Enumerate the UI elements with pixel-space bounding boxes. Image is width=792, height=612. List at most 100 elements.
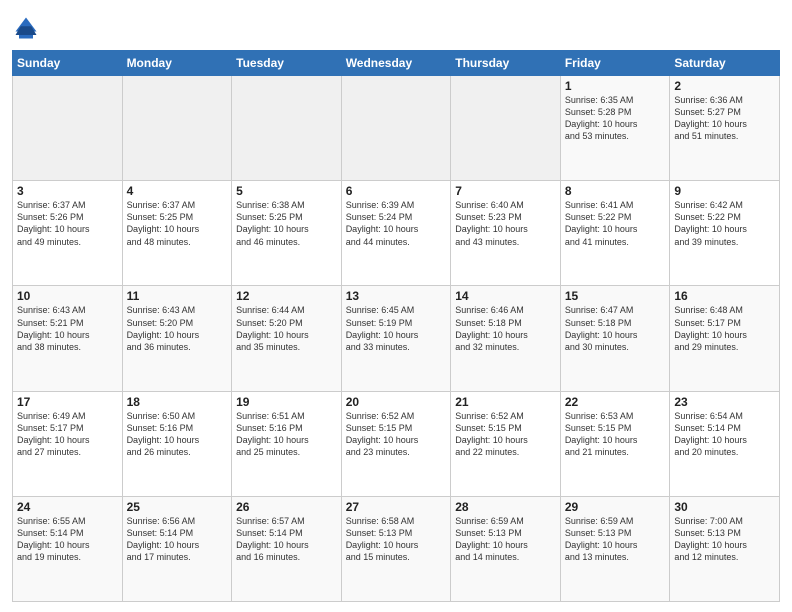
- day-number: 5: [236, 184, 337, 198]
- day-number: 24: [17, 500, 118, 514]
- day-info: Sunrise: 6:45 AM Sunset: 5:19 PM Dayligh…: [346, 304, 447, 353]
- day-number: 6: [346, 184, 447, 198]
- day-number: 30: [674, 500, 775, 514]
- calendar-cell: 28Sunrise: 6:59 AM Sunset: 5:13 PM Dayli…: [451, 496, 561, 601]
- day-info: Sunrise: 6:38 AM Sunset: 5:25 PM Dayligh…: [236, 199, 337, 248]
- calendar-week-3: 17Sunrise: 6:49 AM Sunset: 5:17 PM Dayli…: [13, 391, 780, 496]
- day-info: Sunrise: 6:37 AM Sunset: 5:25 PM Dayligh…: [127, 199, 228, 248]
- day-info: Sunrise: 6:43 AM Sunset: 5:21 PM Dayligh…: [17, 304, 118, 353]
- calendar-header-tuesday: Tuesday: [232, 51, 342, 76]
- day-info: Sunrise: 6:35 AM Sunset: 5:28 PM Dayligh…: [565, 94, 666, 143]
- day-number: 26: [236, 500, 337, 514]
- calendar-cell: 3Sunrise: 6:37 AM Sunset: 5:26 PM Daylig…: [13, 181, 123, 286]
- day-number: 12: [236, 289, 337, 303]
- day-number: 13: [346, 289, 447, 303]
- calendar-cell: 6Sunrise: 6:39 AM Sunset: 5:24 PM Daylig…: [341, 181, 451, 286]
- day-number: 20: [346, 395, 447, 409]
- day-info: Sunrise: 6:42 AM Sunset: 5:22 PM Dayligh…: [674, 199, 775, 248]
- calendar-cell: 21Sunrise: 6:52 AM Sunset: 5:15 PM Dayli…: [451, 391, 561, 496]
- day-info: Sunrise: 6:36 AM Sunset: 5:27 PM Dayligh…: [674, 94, 775, 143]
- day-number: 8: [565, 184, 666, 198]
- day-number: 14: [455, 289, 556, 303]
- calendar-cell: 9Sunrise: 6:42 AM Sunset: 5:22 PM Daylig…: [670, 181, 780, 286]
- calendar-cell: 24Sunrise: 6:55 AM Sunset: 5:14 PM Dayli…: [13, 496, 123, 601]
- day-number: 3: [17, 184, 118, 198]
- day-number: 11: [127, 289, 228, 303]
- day-number: 10: [17, 289, 118, 303]
- calendar-cell: 26Sunrise: 6:57 AM Sunset: 5:14 PM Dayli…: [232, 496, 342, 601]
- day-info: Sunrise: 6:58 AM Sunset: 5:13 PM Dayligh…: [346, 515, 447, 564]
- day-number: 18: [127, 395, 228, 409]
- calendar-header-monday: Monday: [122, 51, 232, 76]
- calendar-cell: [13, 76, 123, 181]
- calendar-week-4: 24Sunrise: 6:55 AM Sunset: 5:14 PM Dayli…: [13, 496, 780, 601]
- calendar-week-0: 1Sunrise: 6:35 AM Sunset: 5:28 PM Daylig…: [13, 76, 780, 181]
- day-info: Sunrise: 6:59 AM Sunset: 5:13 PM Dayligh…: [455, 515, 556, 564]
- calendar-cell: 17Sunrise: 6:49 AM Sunset: 5:17 PM Dayli…: [13, 391, 123, 496]
- calendar-cell: 11Sunrise: 6:43 AM Sunset: 5:20 PM Dayli…: [122, 286, 232, 391]
- day-info: Sunrise: 6:39 AM Sunset: 5:24 PM Dayligh…: [346, 199, 447, 248]
- calendar-cell: 29Sunrise: 6:59 AM Sunset: 5:13 PM Dayli…: [560, 496, 670, 601]
- day-number: 23: [674, 395, 775, 409]
- day-info: Sunrise: 6:40 AM Sunset: 5:23 PM Dayligh…: [455, 199, 556, 248]
- calendar-cell: [122, 76, 232, 181]
- calendar-cell: 14Sunrise: 6:46 AM Sunset: 5:18 PM Dayli…: [451, 286, 561, 391]
- calendar-cell: 25Sunrise: 6:56 AM Sunset: 5:14 PM Dayli…: [122, 496, 232, 601]
- day-number: 4: [127, 184, 228, 198]
- calendar-cell: 12Sunrise: 6:44 AM Sunset: 5:20 PM Dayli…: [232, 286, 342, 391]
- logo-icon: [12, 14, 40, 42]
- page: SundayMondayTuesdayWednesdayThursdayFrid…: [0, 0, 792, 612]
- day-info: Sunrise: 6:52 AM Sunset: 5:15 PM Dayligh…: [455, 410, 556, 459]
- day-info: Sunrise: 6:56 AM Sunset: 5:14 PM Dayligh…: [127, 515, 228, 564]
- calendar-cell: 19Sunrise: 6:51 AM Sunset: 5:16 PM Dayli…: [232, 391, 342, 496]
- day-number: 29: [565, 500, 666, 514]
- calendar-cell: 4Sunrise: 6:37 AM Sunset: 5:25 PM Daylig…: [122, 181, 232, 286]
- calendar-header-sunday: Sunday: [13, 51, 123, 76]
- day-number: 7: [455, 184, 556, 198]
- day-info: Sunrise: 6:47 AM Sunset: 5:18 PM Dayligh…: [565, 304, 666, 353]
- day-number: 21: [455, 395, 556, 409]
- day-info: Sunrise: 6:41 AM Sunset: 5:22 PM Dayligh…: [565, 199, 666, 248]
- calendar-cell: 13Sunrise: 6:45 AM Sunset: 5:19 PM Dayli…: [341, 286, 451, 391]
- day-info: Sunrise: 6:44 AM Sunset: 5:20 PM Dayligh…: [236, 304, 337, 353]
- calendar-cell: 23Sunrise: 6:54 AM Sunset: 5:14 PM Dayli…: [670, 391, 780, 496]
- calendar-week-1: 3Sunrise: 6:37 AM Sunset: 5:26 PM Daylig…: [13, 181, 780, 286]
- calendar-cell: 8Sunrise: 6:41 AM Sunset: 5:22 PM Daylig…: [560, 181, 670, 286]
- calendar-cell: 5Sunrise: 6:38 AM Sunset: 5:25 PM Daylig…: [232, 181, 342, 286]
- day-info: Sunrise: 6:46 AM Sunset: 5:18 PM Dayligh…: [455, 304, 556, 353]
- day-info: Sunrise: 6:48 AM Sunset: 5:17 PM Dayligh…: [674, 304, 775, 353]
- calendar-cell: 22Sunrise: 6:53 AM Sunset: 5:15 PM Dayli…: [560, 391, 670, 496]
- day-number: 16: [674, 289, 775, 303]
- day-number: 15: [565, 289, 666, 303]
- day-number: 28: [455, 500, 556, 514]
- day-info: Sunrise: 6:53 AM Sunset: 5:15 PM Dayligh…: [565, 410, 666, 459]
- calendar-cell: 16Sunrise: 6:48 AM Sunset: 5:17 PM Dayli…: [670, 286, 780, 391]
- day-number: 27: [346, 500, 447, 514]
- calendar-cell: 30Sunrise: 7:00 AM Sunset: 5:13 PM Dayli…: [670, 496, 780, 601]
- calendar-header-saturday: Saturday: [670, 51, 780, 76]
- day-number: 1: [565, 79, 666, 93]
- calendar-cell: [341, 76, 451, 181]
- day-number: 17: [17, 395, 118, 409]
- day-number: 22: [565, 395, 666, 409]
- day-info: Sunrise: 6:51 AM Sunset: 5:16 PM Dayligh…: [236, 410, 337, 459]
- calendar-cell: 10Sunrise: 6:43 AM Sunset: 5:21 PM Dayli…: [13, 286, 123, 391]
- day-info: Sunrise: 6:50 AM Sunset: 5:16 PM Dayligh…: [127, 410, 228, 459]
- calendar-header-friday: Friday: [560, 51, 670, 76]
- calendar-cell: 7Sunrise: 6:40 AM Sunset: 5:23 PM Daylig…: [451, 181, 561, 286]
- day-info: Sunrise: 6:37 AM Sunset: 5:26 PM Dayligh…: [17, 199, 118, 248]
- calendar-cell: 1Sunrise: 6:35 AM Sunset: 5:28 PM Daylig…: [560, 76, 670, 181]
- day-info: Sunrise: 6:59 AM Sunset: 5:13 PM Dayligh…: [565, 515, 666, 564]
- day-number: 9: [674, 184, 775, 198]
- day-info: Sunrise: 6:55 AM Sunset: 5:14 PM Dayligh…: [17, 515, 118, 564]
- header: [12, 10, 780, 42]
- day-info: Sunrise: 6:57 AM Sunset: 5:14 PM Dayligh…: [236, 515, 337, 564]
- calendar-cell: 18Sunrise: 6:50 AM Sunset: 5:16 PM Dayli…: [122, 391, 232, 496]
- calendar-cell: 2Sunrise: 6:36 AM Sunset: 5:27 PM Daylig…: [670, 76, 780, 181]
- calendar-header-wednesday: Wednesday: [341, 51, 451, 76]
- calendar-cell: 15Sunrise: 6:47 AM Sunset: 5:18 PM Dayli…: [560, 286, 670, 391]
- calendar-cell: [232, 76, 342, 181]
- calendar-table: SundayMondayTuesdayWednesdayThursdayFrid…: [12, 50, 780, 602]
- day-info: Sunrise: 6:52 AM Sunset: 5:15 PM Dayligh…: [346, 410, 447, 459]
- calendar-cell: 27Sunrise: 6:58 AM Sunset: 5:13 PM Dayli…: [341, 496, 451, 601]
